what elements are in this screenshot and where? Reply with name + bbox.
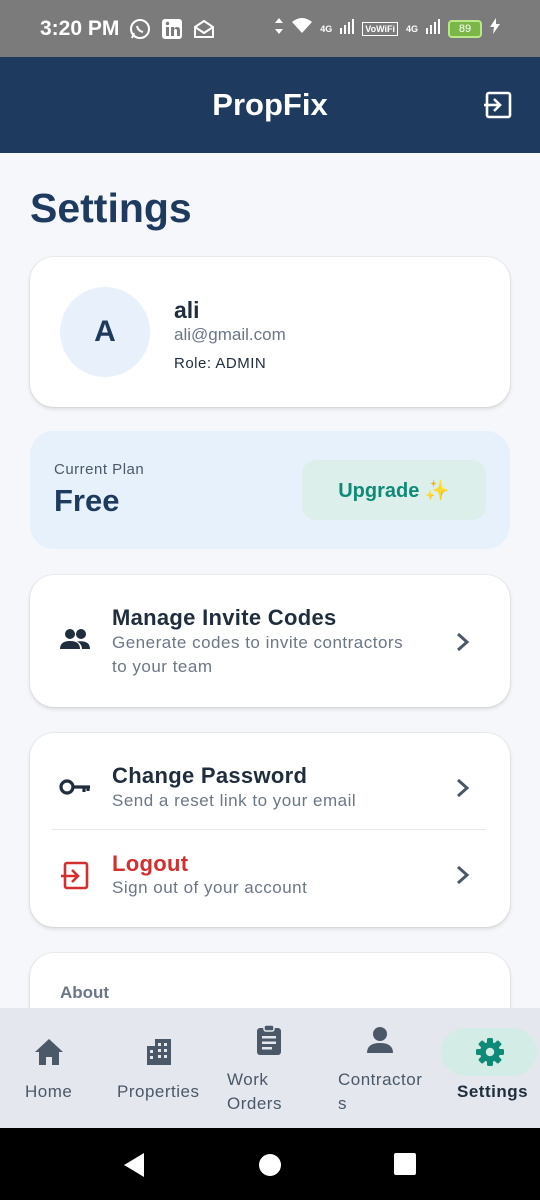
network-type-1: 4G <box>320 23 333 34</box>
home-circle-icon[interactable] <box>258 1153 282 1177</box>
about-card: About <box>30 953 510 1008</box>
logout-icon[interactable] <box>482 89 514 121</box>
wifi-icon <box>292 18 313 39</box>
mail-open-icon <box>193 18 215 40</box>
invite-title: Manage Invite Codes <box>112 605 337 630</box>
logout-icon <box>61 861 89 890</box>
chevron-right-icon <box>457 778 470 798</box>
upgrade-button[interactable]: Upgrade ✨ <box>302 460 486 520</box>
nav-properties[interactable]: Properties <box>110 1008 210 1128</box>
nav-settings-label: Settings <box>457 1082 529 1101</box>
battery-indicator: 89 <box>448 19 482 38</box>
vowifi-badge: VoWiFi <box>362 21 398 36</box>
logout-title: Logout <box>112 851 189 876</box>
nav-settings[interactable]: Settings <box>441 1008 540 1128</box>
whatsapp-icon <box>129 18 151 40</box>
logout-subtitle: Sign out of your account <box>112 878 308 897</box>
change-password-title: Change Password <box>112 763 308 788</box>
group-icon <box>60 629 90 649</box>
invite-subtitle-1: Generate codes to invite contractors <box>112 633 404 652</box>
status-bar: 3:20 PM 4G VoWiFi 4G 89 <box>0 0 540 57</box>
recents-icon[interactable] <box>394 1153 416 1175</box>
building-icon <box>147 1039 171 1065</box>
avatar: A <box>60 287 150 377</box>
system-nav-bar <box>0 1128 540 1200</box>
app-title: PropFix <box>212 87 328 122</box>
plan-value: Free <box>54 483 120 518</box>
manage-invite-codes-item[interactable]: Manage Invite Codes Generate codes to in… <box>30 575 510 707</box>
nav-contractors[interactable]: Contractor s <box>330 1008 430 1128</box>
account-card: Change Password Send a reset link to you… <box>30 733 510 927</box>
nav-work-orders-label-2: Orders <box>227 1094 282 1113</box>
change-password-subtitle: Send a reset link to your email <box>112 791 357 810</box>
chevron-right-icon <box>457 632 470 652</box>
nav-contractors-label-1: Contractor <box>338 1070 423 1089</box>
page-title: Settings <box>30 185 192 231</box>
nav-work-orders-label-1: Work <box>227 1070 269 1089</box>
signal-icon <box>340 18 355 39</box>
person-icon <box>367 1027 393 1053</box>
profile-card: A ali ali@gmail.com Role: ADMIN <box>30 257 510 407</box>
plan-card: Current Plan Free Upgrade ✨ <box>30 431 510 549</box>
linkedin-icon <box>161 18 183 40</box>
nav-contractors-label-2: s <box>338 1094 347 1113</box>
data-arrows-icon <box>274 17 284 40</box>
signal-icon-2 <box>426 18 440 39</box>
nav-home[interactable]: Home <box>0 1008 97 1128</box>
home-icon <box>35 1039 63 1065</box>
divider <box>52 829 486 830</box>
network-type-2: 4G <box>405 23 418 34</box>
app-bar: PropFix <box>0 57 540 153</box>
back-icon[interactable] <box>122 1152 146 1178</box>
profile-email: ali@gmail.com <box>174 325 286 344</box>
clipboard-icon <box>257 1024 281 1055</box>
status-time: 3:20 PM <box>40 16 120 40</box>
profile-role: Role: ADMIN <box>174 355 267 372</box>
key-icon <box>59 779 90 795</box>
invite-subtitle-2: to your team <box>112 657 213 676</box>
bottom-nav: Home Properties Work Orders Contractor s <box>0 1008 540 1128</box>
plan-label: Current Plan <box>54 461 145 478</box>
nav-home-label: Home <box>25 1082 73 1101</box>
charging-icon <box>490 18 500 39</box>
about-label: About <box>60 983 110 1002</box>
chevron-right-icon <box>457 865 470 885</box>
profile-name: ali <box>174 297 200 323</box>
gear-icon <box>476 1038 504 1066</box>
settings-content[interactable]: Settings A ali ali@gmail.com Role: ADMIN… <box>0 153 540 1008</box>
nav-properties-label: Properties <box>117 1082 200 1101</box>
nav-work-orders[interactable]: Work Orders <box>220 1008 320 1128</box>
